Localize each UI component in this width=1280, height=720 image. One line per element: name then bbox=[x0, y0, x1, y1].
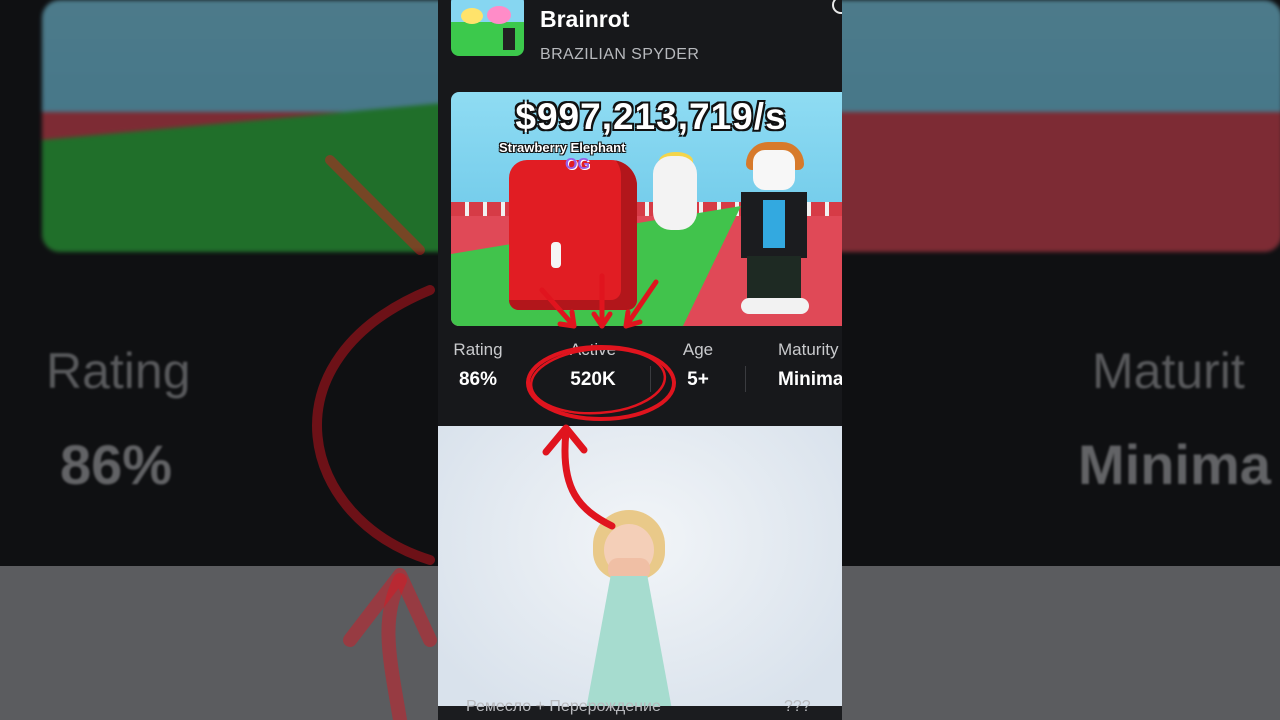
stat-age: Age 5+ bbox=[676, 340, 720, 391]
player-avatar bbox=[753, 150, 795, 190]
blurred-bottom-area bbox=[0, 566, 438, 720]
game-detail-panel: Brainrot BRAZILIAN SPYDER $997,213,719/s… bbox=[438, 0, 842, 720]
stat-label: Age bbox=[682, 340, 714, 359]
blurred-rating-label: Rating bbox=[46, 343, 191, 399]
person-icon[interactable] bbox=[832, 0, 842, 14]
genre-text: Ремесло + Перерождение bbox=[466, 698, 661, 715]
game-stats-row: Rating 86% Active 520K Age 5+ Maturity M… bbox=[438, 340, 842, 426]
stat-label: Rating bbox=[453, 340, 503, 359]
stat-rating: Rating 86% bbox=[452, 340, 504, 391]
reaction-photo bbox=[438, 426, 842, 710]
stat-maturity: Maturity Minimal bbox=[778, 340, 842, 391]
stat-value: 86% bbox=[458, 369, 498, 390]
blurred-maturity-label: Maturit bbox=[1092, 343, 1245, 399]
game-icon-thumbnail[interactable] bbox=[451, 0, 524, 56]
blurred-bottom-area bbox=[842, 566, 1280, 720]
stat-label: Maturity bbox=[778, 340, 839, 359]
pet-name-label: Strawberry Elephant bbox=[499, 140, 626, 155]
npc-figure bbox=[653, 156, 697, 230]
blurred-background-right: Maturit Minima bbox=[842, 0, 1280, 720]
blurred-rating-value: 86% bbox=[60, 433, 173, 496]
game-header: Brainrot BRAZILIAN SPYDER bbox=[438, 0, 842, 78]
earnings-per-second-text: $997,213,719/s bbox=[515, 96, 787, 137]
blurred-game-thumbnail bbox=[842, 0, 1280, 252]
unknown-text: ??? bbox=[784, 698, 811, 715]
bottom-info-strip: Ремесло + Перерождение ??? bbox=[438, 698, 842, 720]
creator-name[interactable]: BRAZILIAN SPYDER bbox=[540, 46, 699, 64]
pet-og-badge: OG bbox=[565, 156, 590, 173]
stat-active: Active 520K bbox=[552, 340, 634, 391]
stat-divider bbox=[650, 366, 651, 392]
stat-divider bbox=[745, 366, 746, 392]
game-title[interactable]: Brainrot bbox=[540, 6, 629, 33]
game-banner-image: $997,213,719/s Strawberry Elephant OG bbox=[451, 92, 842, 326]
stat-value: 5+ bbox=[687, 369, 709, 390]
blurred-maturity-value: Minima bbox=[1078, 433, 1271, 496]
blurred-game-thumbnail bbox=[42, 0, 438, 252]
stat-value: Minimal bbox=[778, 369, 842, 390]
strawberry-elephant-figure bbox=[509, 160, 637, 310]
stat-value: 520K bbox=[570, 369, 616, 390]
blurred-background-left: Rating 86% bbox=[0, 0, 438, 720]
stat-label: Active bbox=[569, 340, 617, 359]
